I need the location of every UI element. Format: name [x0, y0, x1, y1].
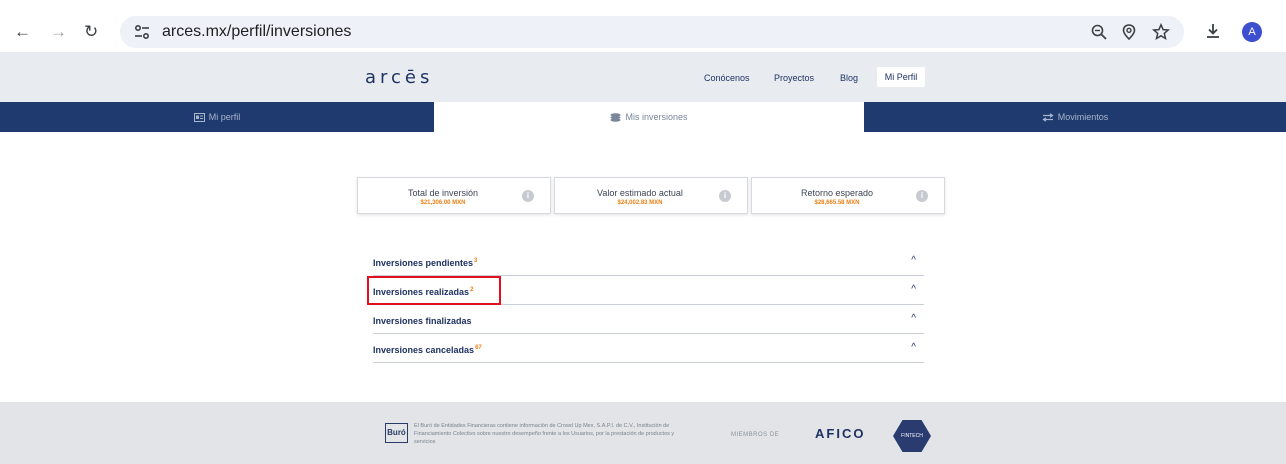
accordion-inversiones-finalizadas[interactable]: Inversiones finalizadas ^ [373, 306, 924, 334]
accordion-title: Inversiones canceladas [373, 345, 475, 355]
fintech-logo[interactable]: FINTECH [893, 420, 931, 452]
tab-mi-perfil-label: Mi perfil [208, 112, 241, 122]
afico-logo[interactable]: AFICO [815, 426, 865, 441]
tab-mis-inversiones-label: Mis inversiones [625, 112, 688, 122]
card-title: Total de inversión [407, 188, 479, 198]
card-value: $28,665.58 MXN [814, 200, 860, 206]
profile-tabs: Mi perfil Mis inversiones Movimientos [0, 102, 1286, 132]
arces-logo[interactable]: arcēs [365, 67, 433, 88]
chevron-up-icon[interactable]: ^ [911, 342, 916, 353]
chevron-up-icon[interactable]: ^ [911, 255, 916, 266]
accordion-label: Inversiones canceladas67 [373, 345, 482, 355]
chevron-up-icon[interactable]: ^ [911, 313, 916, 324]
tab-mis-inversiones[interactable]: Mis inversiones [434, 102, 864, 132]
profile-avatar[interactable]: A [1242, 22, 1262, 42]
highlight-box [367, 276, 501, 305]
browser-toolbar: ← → ↻ arces.mx/perfil/inversiones A [0, 0, 1286, 52]
chevron-up-icon[interactable]: ^ [911, 284, 916, 295]
info-icon[interactable]: i [916, 190, 928, 202]
accordion-count: 67 [475, 345, 482, 351]
miembros-label: MIEMBROS DE [731, 432, 780, 438]
card-retorno-esperado: Retorno esperado $28,665.58 MXN i [751, 177, 945, 214]
nav-conocenos[interactable]: Conócenos [704, 73, 750, 83]
address-bar[interactable]: arces.mx/perfil/inversiones [120, 16, 1184, 48]
site-settings-icon[interactable] [133, 23, 151, 41]
site-footer: Buró El Buró de Entidades Financieras co… [0, 402, 1286, 464]
nav-proyectos[interactable]: Proyectos [774, 73, 814, 83]
forward-arrow-icon[interactable]: → [50, 20, 67, 44]
accordion-inversiones-pendientes[interactable]: Inversiones pendientes3 ^ [373, 248, 924, 276]
accordion-label: Inversiones pendientes3 [373, 258, 477, 268]
nav-mi-perfil-button[interactable]: Mi Perfil [877, 67, 925, 87]
tab-movimientos[interactable]: Movimientos [864, 102, 1286, 132]
download-icon[interactable] [1204, 22, 1222, 40]
buro-disclaimer: El Buró de Entidades Financieras contien… [414, 423, 675, 445]
accordion-count: 3 [474, 258, 478, 264]
url-text[interactable]: arces.mx/perfil/inversiones [162, 22, 351, 42]
accordion-inversiones-canceladas[interactable]: Inversiones canceladas67 ^ [373, 335, 924, 363]
card-title: Retorno esperado [800, 188, 874, 198]
card-total-inversion: Total de inversión $21,306.00 MXN i [357, 177, 551, 214]
card-value: $21,306.00 MXN [420, 200, 466, 206]
nav-blog[interactable]: Blog [840, 73, 858, 83]
tab-mi-perfil[interactable]: Mi perfil [0, 102, 434, 132]
bookmark-star-icon[interactable] [1152, 23, 1170, 41]
accordion-title: Inversiones finalizadas [373, 316, 472, 326]
accordion-title: Inversiones pendientes [373, 258, 474, 268]
site-header: arcēs Conócenos Proyectos Blog Mi Perfil [0, 52, 1286, 102]
reload-icon[interactable]: ↻ [84, 20, 98, 44]
id-card-icon [193, 112, 205, 122]
info-icon[interactable]: i [719, 190, 731, 202]
coins-stack-icon [610, 112, 621, 122]
card-title: Valor estimado actual [597, 188, 683, 198]
location-pin-icon[interactable] [1120, 23, 1138, 41]
buro-logo[interactable]: Buró [385, 423, 408, 443]
info-icon[interactable]: i [522, 190, 534, 202]
card-value: $24,002.83 MXN [617, 200, 663, 206]
tab-movimientos-label: Movimientos [1057, 112, 1109, 122]
back-arrow-icon[interactable]: ← [14, 20, 31, 44]
transfer-arrows-icon [1042, 112, 1054, 122]
zoom-icon[interactable] [1090, 23, 1108, 41]
card-valor-estimado: Valor estimado actual $24,002.83 MXN i [554, 177, 748, 214]
accordion-label: Inversiones finalizadas [373, 316, 473, 326]
